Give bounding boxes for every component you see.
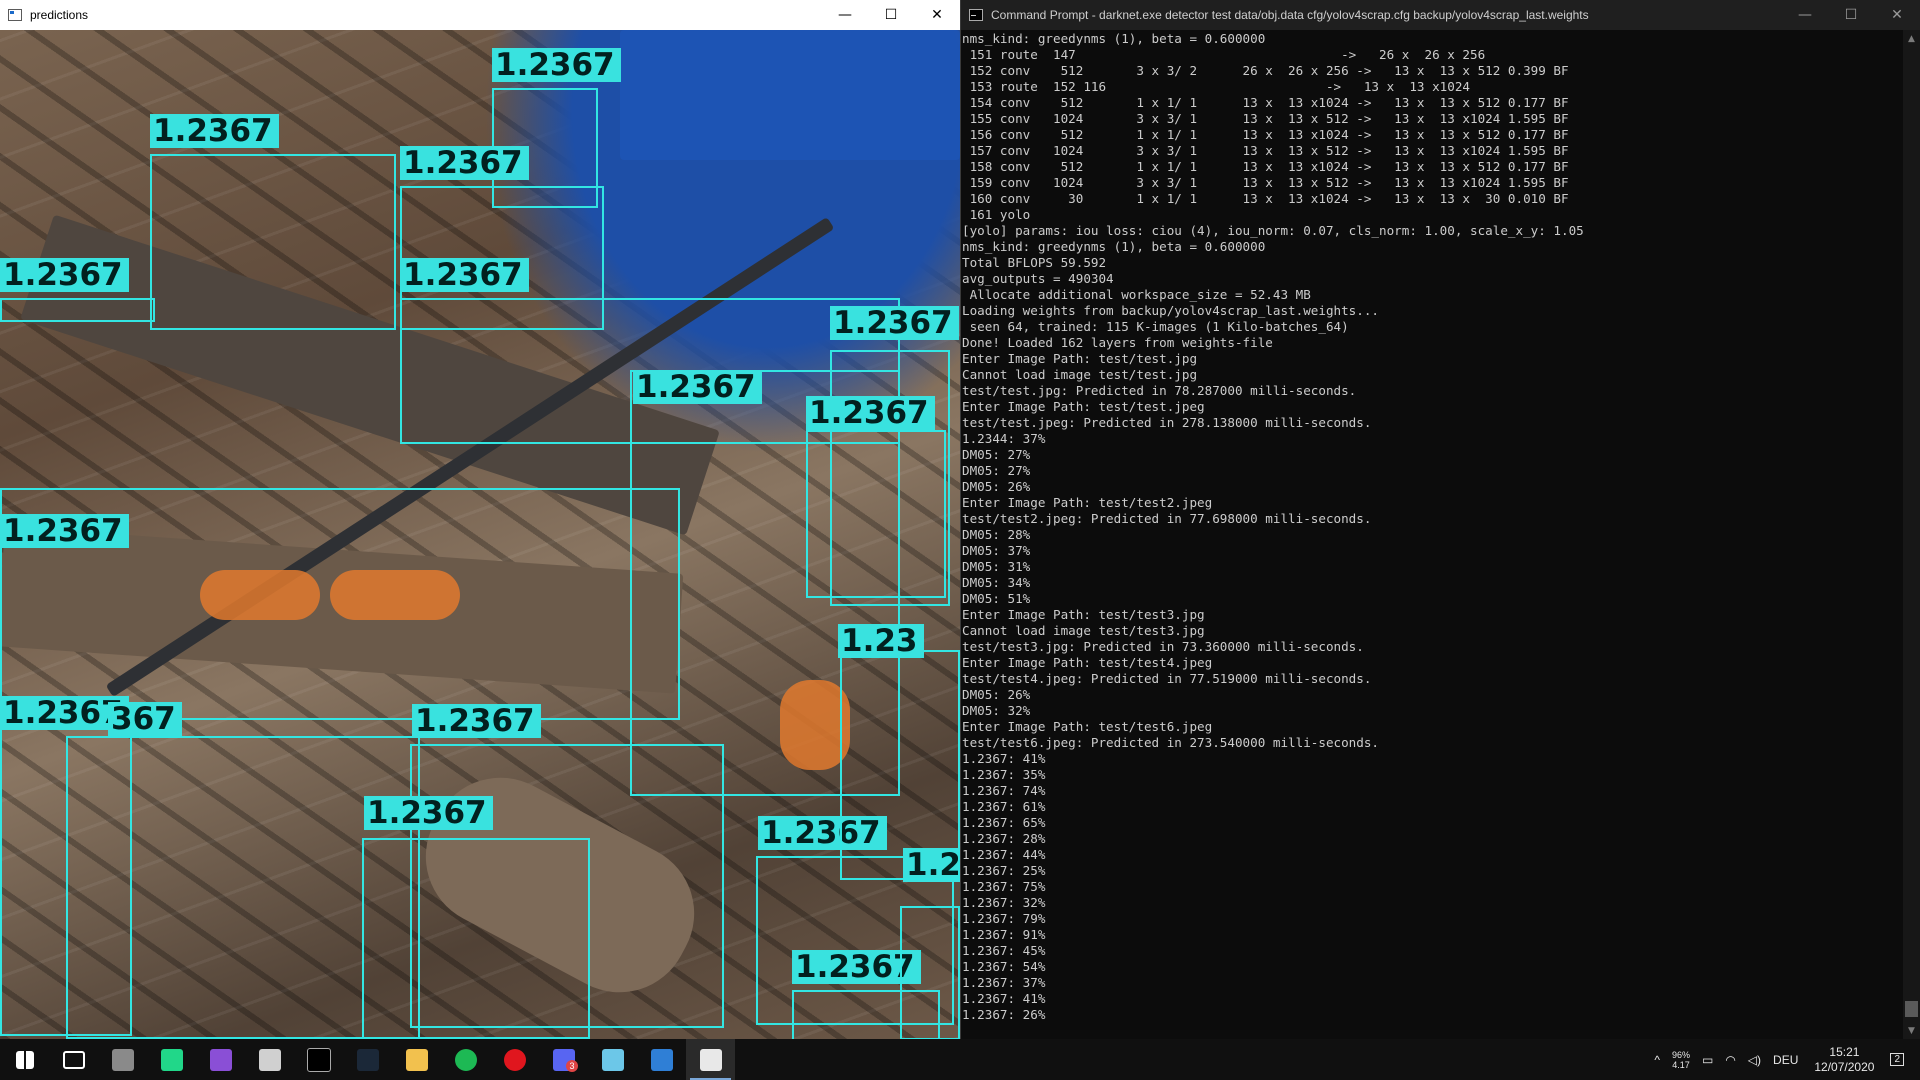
pycharm-icon[interactable] [147, 1039, 196, 1080]
detection-label: 1.2367 [492, 48, 621, 82]
minimize-button[interactable]: — [1782, 0, 1828, 30]
chat-icon[interactable]: 3 [539, 1039, 588, 1080]
minimize-button[interactable]: — [822, 0, 868, 30]
close-button[interactable]: ✕ [1874, 0, 1920, 30]
scroll-up-arrow-icon[interactable]: ▲ [1903, 30, 1920, 47]
network-icon[interactable]: ◠ [1725, 1053, 1735, 1067]
scrollbar[interactable]: ▲ ▼ [1903, 30, 1920, 1039]
blue-container [620, 30, 960, 160]
predictions-window[interactable]: predictions — ☐ ✕ 1.2367 1.2367 1.2367 1.23… [0, 0, 960, 1039]
console-text: nms_kind: greedynms (1), beta = 0.600000… [962, 31, 1584, 1022]
opera-icon[interactable] [490, 1039, 539, 1080]
cmd-icon [969, 9, 983, 21]
temperature-value-2: 4.17 [1672, 1059, 1690, 1070]
detection-label: 1.23 [838, 624, 924, 658]
detection-label: 1.2367 [633, 370, 762, 404]
clock-date: 12/07/2020 [1814, 1059, 1875, 1074]
scroll-down-arrow-icon[interactable]: ▼ [1903, 1022, 1920, 1039]
steam-icon[interactable] [343, 1039, 392, 1080]
chat-badge: 3 [566, 1060, 578, 1072]
notifications-icon[interactable]: 2 [1890, 1053, 1904, 1066]
taskbar: 3 ^ 96% 4.17 ▭ ◠ ◁) DEU 15:21 12/07/2020… [0, 1039, 1920, 1080]
battery-icon[interactable]: ▭ [1702, 1053, 1713, 1067]
spotify-icon[interactable] [441, 1039, 490, 1080]
detection-label: 1.2367 [364, 796, 493, 830]
detection-box [806, 430, 946, 598]
temperature-readout: 96% 4.17 [1672, 1050, 1690, 1070]
close-button[interactable]: ✕ [914, 0, 960, 30]
pycharm-icon-glyph [160, 1048, 183, 1071]
opera-icon-glyph [503, 1048, 526, 1071]
volume-icon[interactable]: ◁) [1748, 1053, 1761, 1067]
task-view-icon-glyph [62, 1050, 85, 1069]
detection-label: 1.2367 [150, 114, 279, 148]
cmd-title: Command Prompt - darknet.exe detector te… [991, 8, 1589, 22]
tray-chevron-icon[interactable]: ^ [1654, 1053, 1660, 1067]
detection-box [0, 298, 155, 322]
detection-label: 1.2367 [0, 258, 129, 292]
terminal-icon[interactable] [294, 1039, 343, 1080]
predictions-window-icon-glyph [699, 1048, 722, 1071]
photos-icon-glyph [650, 1048, 673, 1071]
cmd-titlebar[interactable]: Command Prompt - darknet.exe detector te… [961, 0, 1920, 30]
detection-label: 1.2367 [830, 306, 959, 340]
predictions-titlebar[interactable]: predictions — ☐ ✕ [0, 0, 960, 30]
window-icon-glyph [258, 1048, 281, 1071]
detection-box [900, 906, 960, 1039]
photos-icon[interactable] [637, 1039, 686, 1080]
console-output[interactable]: nms_kind: greedynms (1), beta = 0.600000… [961, 30, 1900, 1039]
window-app-icon [8, 9, 22, 21]
visual-studio-icon-glyph [209, 1048, 232, 1071]
maximize-button[interactable]: ☐ [868, 0, 914, 30]
detection-box [150, 154, 396, 330]
file-explorer-icon-glyph [405, 1048, 428, 1071]
maximize-button[interactable]: ☐ [1828, 0, 1874, 30]
detection-label: 1.2367 [400, 146, 529, 180]
app-icon[interactable] [98, 1039, 147, 1080]
detection-label: 1.2367 [412, 704, 541, 738]
file-explorer-icon[interactable] [392, 1039, 441, 1080]
clock-time: 15:21 [1829, 1044, 1860, 1059]
language-indicator[interactable]: DEU [1773, 1053, 1798, 1067]
predictions-window-icon[interactable] [686, 1039, 735, 1080]
detection-label: 1.2367 [806, 396, 935, 430]
detection-box [362, 838, 590, 1039]
system-tray: ^ 96% 4.17 ▭ ◠ ◁) DEU 15:21 12/07/2020 2 [1648, 1039, 1920, 1080]
visual-studio-icon[interactable] [196, 1039, 245, 1080]
pencil-app-icon-glyph [601, 1048, 624, 1071]
steam-icon-glyph [356, 1048, 379, 1071]
start-icon-glyph [15, 1050, 34, 1069]
clock[interactable]: 15:21 12/07/2020 [1814, 1045, 1874, 1075]
detection-box [840, 650, 960, 880]
terminal-icon-glyph [306, 1047, 331, 1072]
pencil-app-icon[interactable] [588, 1039, 637, 1080]
predictions-title: predictions [30, 8, 89, 22]
app-icon-glyph [111, 1048, 134, 1071]
temperature-value: 96% [1671, 1049, 1690, 1060]
scroll-thumb[interactable] [1905, 1001, 1918, 1017]
spotify-icon-glyph [454, 1048, 477, 1071]
notifications-count: 2 [1894, 1054, 1900, 1065]
scrap-metal-photo: 1.2367 1.2367 1.2367 1.2367 1.2367 1.2367 1.23… [0, 30, 960, 1039]
command-prompt-window[interactable]: Command Prompt - darknet.exe detector te… [960, 0, 1920, 1039]
window-icon[interactable] [245, 1039, 294, 1080]
detection-label: 1.2367 [0, 514, 129, 548]
detection-label: 1.2367 [400, 258, 529, 292]
start-icon[interactable] [0, 1039, 49, 1080]
detection-label: 367 [108, 702, 182, 736]
task-view-icon[interactable] [49, 1039, 98, 1080]
